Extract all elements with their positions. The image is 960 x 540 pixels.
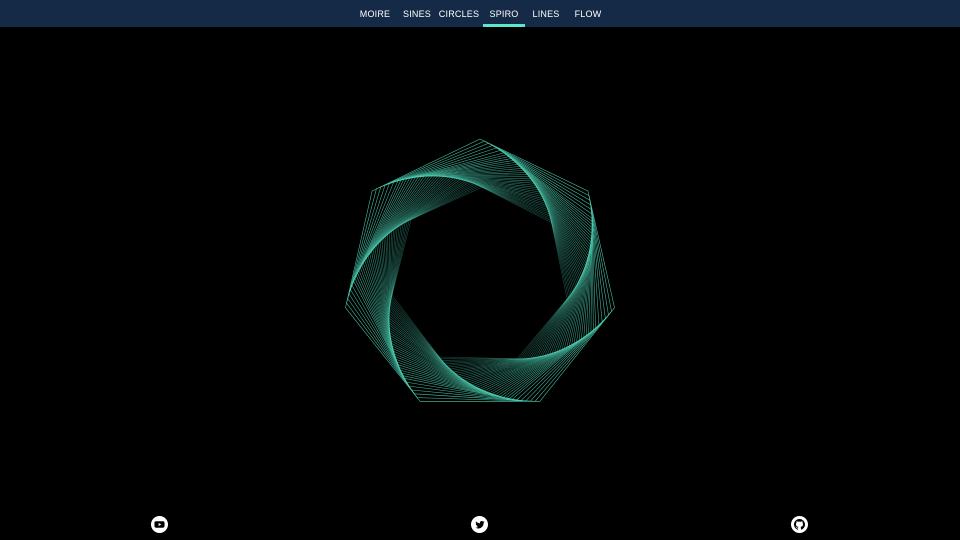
- spiro-line-group: [345, 138, 615, 402]
- tab-spiro[interactable]: SPIRO: [483, 0, 525, 27]
- spiro-line: [353, 281, 405, 379]
- twitter-icon[interactable]: [471, 516, 488, 533]
- twitter-glyph: [474, 520, 485, 528]
- spiro-line: [494, 338, 582, 396]
- tab-moire[interactable]: MOIRE: [351, 0, 399, 27]
- spiro-line: [520, 321, 603, 401]
- spiro-line: [414, 393, 531, 402]
- tab-circles[interactable]: CIRCLES: [435, 0, 483, 27]
- spiro-line: [355, 275, 403, 374]
- spiro-line: [583, 233, 593, 338]
- tab-sines[interactable]: SINES: [399, 0, 435, 27]
- spiro-line: [345, 307, 421, 402]
- youtube-icon[interactable]: [151, 516, 168, 533]
- github-glyph: [794, 519, 805, 530]
- youtube-glyph: [154, 521, 165, 528]
- spiro-line: [500, 335, 587, 397]
- tab-flow[interactable]: FLOW: [567, 0, 609, 27]
- tab-lines[interactable]: LINES: [525, 0, 567, 27]
- github-icon[interactable]: [791, 516, 808, 533]
- spiro-line: [506, 331, 592, 399]
- top-navigation: MOIRE SINES CIRCLES SPIRO LINES FLOW: [0, 0, 960, 27]
- spiro-heptagon-artwork: [345, 138, 615, 402]
- art-canvas[interactable]: [0, 27, 960, 540]
- spiro-line: [345, 190, 373, 308]
